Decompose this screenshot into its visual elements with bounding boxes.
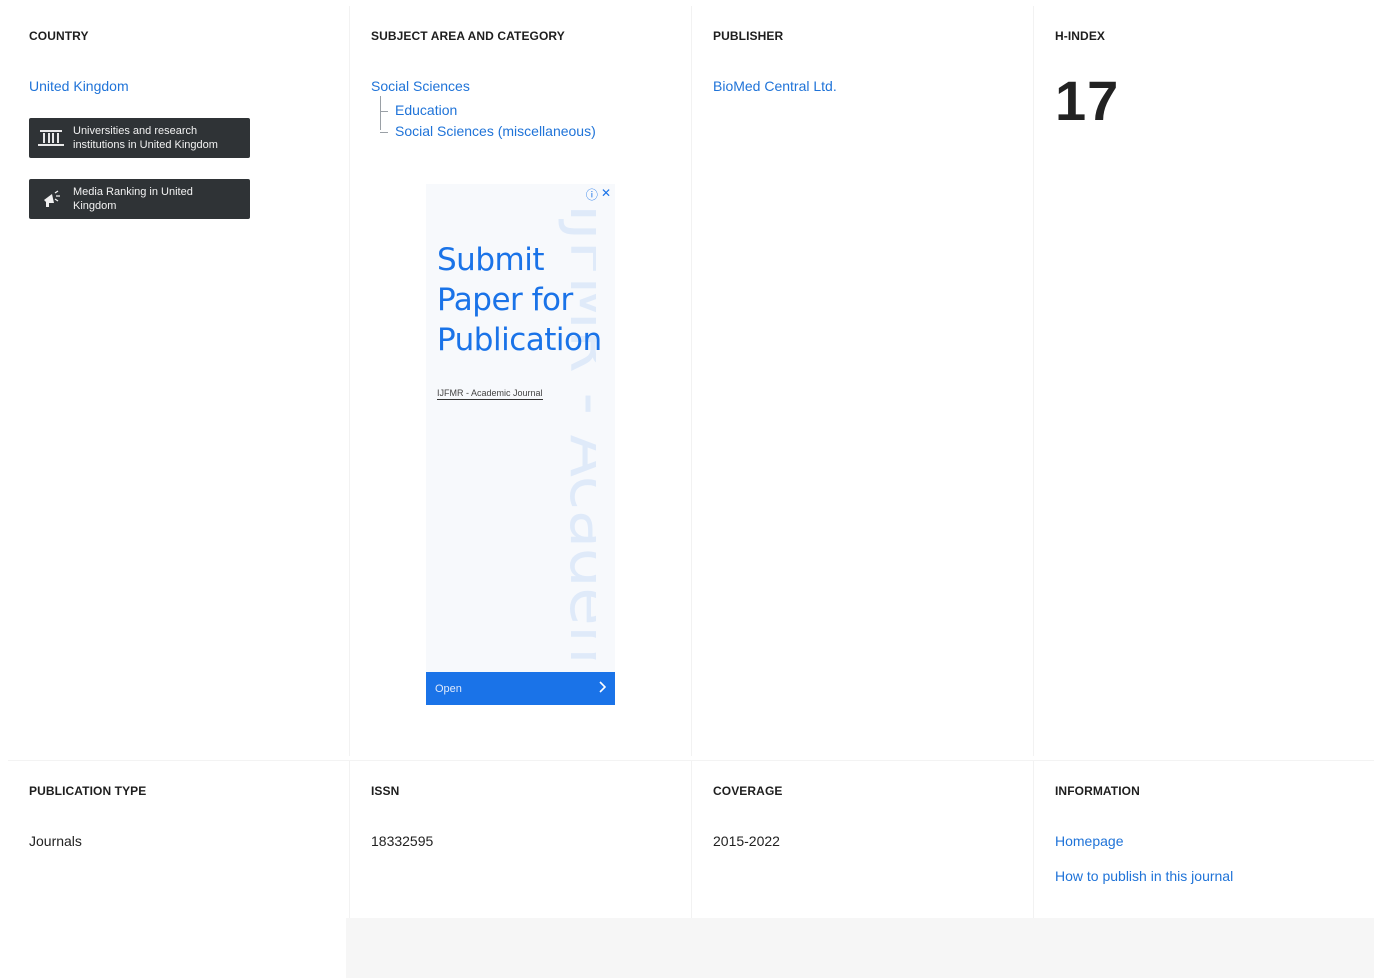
chevron-right-icon <box>598 681 607 696</box>
subject-cell: SUBJECT AREA AND CATEGORY Social Science… <box>349 6 691 756</box>
info-row-top: COUNTRY United Kingdom Universities and … <box>8 6 1374 756</box>
category-list: Education Social Sciences (miscellaneous… <box>380 100 596 142</box>
category-link-social-sciences-misc[interactable]: Social Sciences (miscellaneous) <box>395 123 596 139</box>
universities-ranking-button[interactable]: Universities and research institutions i… <box>29 118 250 158</box>
ad-info-icon[interactable]: ⓘ <box>586 186 598 203</box>
hindex-heading: H-INDEX <box>1055 29 1106 43</box>
homepage-link[interactable]: Homepage <box>1055 833 1124 849</box>
ad-controls[interactable]: ⓘ ✕ <box>586 186 611 203</box>
institution-icon <box>29 129 73 147</box>
ad-headline[interactable]: Submit Paper for Publication <box>437 240 612 360</box>
information-cell: INFORMATION Homepage How to publish in t… <box>1033 761 1374 919</box>
issn-value: 18332595 <box>371 833 434 849</box>
publication-type-value: Journals <box>29 833 82 849</box>
hindex-value: 17 <box>1055 69 1120 132</box>
country-heading: COUNTRY <box>29 29 89 43</box>
category-link-education[interactable]: Education <box>395 102 457 118</box>
coverage-heading: COVERAGE <box>713 784 783 798</box>
journal-info-page: COUNTRY United Kingdom Universities and … <box>0 0 1378 978</box>
ad-source[interactable]: IJFMR - Academic Journal <box>437 388 543 400</box>
ad-close-icon[interactable]: ✕ <box>601 186 611 203</box>
ad-open-label: Open <box>435 682 462 695</box>
publisher-heading: PUBLISHER <box>713 29 784 43</box>
publication-type-heading: PUBLICATION TYPE <box>29 784 147 798</box>
how-to-publish-link[interactable]: How to publish in this journal <box>1055 868 1233 884</box>
information-heading: INFORMATION <box>1055 784 1140 798</box>
footer-background <box>346 918 1374 978</box>
subject-area-link[interactable]: Social Sciences <box>371 78 470 94</box>
ad-open-button[interactable]: Open <box>426 672 615 705</box>
hindex-cell: H-INDEX 17 <box>1033 6 1374 756</box>
country-link[interactable]: United Kingdom <box>29 78 129 94</box>
issn-cell: ISSN 18332595 <box>349 761 691 919</box>
issn-heading: ISSN <box>371 784 400 798</box>
media-button-label: Media Ranking in United Kingdom <box>73 186 193 212</box>
megaphone-icon <box>29 190 73 208</box>
info-grid: COUNTRY United Kingdom Universities and … <box>8 6 1374 919</box>
country-cell: COUNTRY United Kingdom Universities and … <box>8 6 349 756</box>
publisher-cell: PUBLISHER BioMed Central Ltd. <box>691 6 1033 756</box>
info-row-bottom: PUBLICATION TYPE Journals ISSN 18332595 … <box>8 760 1374 919</box>
category-item: Education <box>380 100 596 121</box>
subject-heading: SUBJECT AREA AND CATEGORY <box>371 29 565 43</box>
publication-type-cell: PUBLICATION TYPE Journals <box>8 761 349 919</box>
category-item: Social Sciences (miscellaneous) <box>380 121 596 142</box>
coverage-cell: COVERAGE 2015-2022 <box>691 761 1033 919</box>
coverage-value: 2015-2022 <box>713 833 780 849</box>
media-ranking-button[interactable]: Media Ranking in United Kingdom <box>29 179 250 219</box>
publisher-link[interactable]: BioMed Central Ltd. <box>713 78 837 94</box>
universities-button-label: Universities and research institutions i… <box>73 125 218 151</box>
advertisement[interactable]: IJFMR - Academic ⓘ ✕ Submit Paper for Pu… <box>426 184 615 705</box>
